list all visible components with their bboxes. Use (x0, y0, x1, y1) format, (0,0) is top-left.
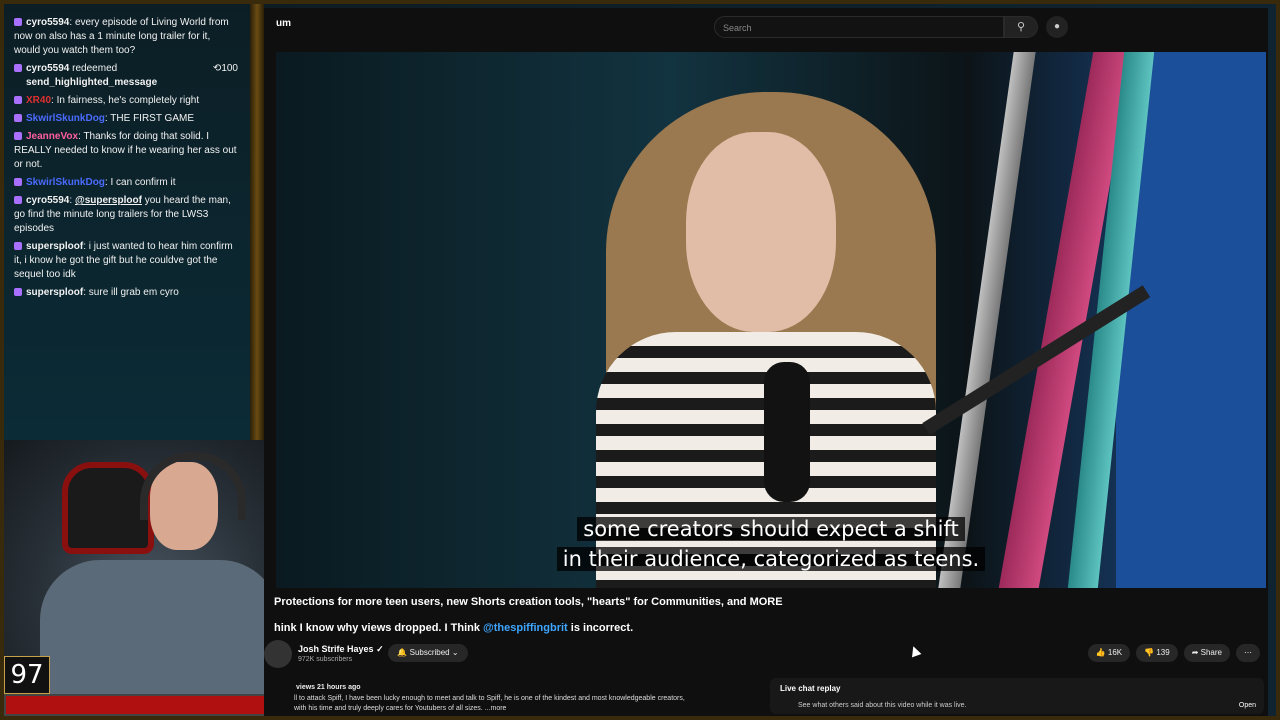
channel-name[interactable]: Josh Strife Hayes ✓ (298, 644, 384, 655)
sub-badge-icon (14, 18, 22, 27)
streamer-body (40, 560, 280, 700)
share-icon: ➦ (1191, 648, 1199, 657)
chat-message: JeanneVox: Thanks for doing that solid. … (14, 131, 237, 170)
sub-badge-icon (14, 196, 22, 205)
chat-username: cyro5594 (26, 17, 70, 28)
chat-message: cyro5594: @supersploof you heard the man… (14, 195, 231, 234)
mention-link[interactable]: @thespiffingbrit (483, 622, 568, 634)
chat-message: SkwirlSkunkDog: I can confirm it (14, 176, 238, 190)
chat-mention: @supersploof (74, 195, 142, 206)
chat-username: SkwirlSkunkDog (26, 113, 105, 124)
video-player[interactable]: some creators should expect a shift in t… (276, 52, 1266, 588)
sub-badge-icon (14, 64, 22, 73)
chat-username: cyro5594 (26, 195, 70, 206)
show-more-link[interactable]: ...more (485, 705, 507, 712)
channel-avatar[interactable] (264, 640, 292, 668)
sub-badge-icon (14, 132, 22, 141)
chat-message: XR40: In fairness, he's completely right (14, 94, 238, 108)
sub-badge-icon (14, 242, 22, 251)
video-description[interactable]: ll to attack Spiff, I have been lucky en… (294, 694, 754, 714)
stream-counter: 97 (4, 656, 50, 694)
like-button[interactable]: 👍 16K (1087, 644, 1131, 662)
sub-badge-icon (14, 96, 22, 105)
search-button[interactable]: ⚲ (1004, 16, 1038, 38)
search-input[interactable]: Search (714, 16, 1004, 38)
microphone-icon: ● (1053, 21, 1061, 32)
sub-badge-icon (14, 114, 22, 123)
chat-message: SkwirlSkunkDog: THE FIRST GAME (14, 112, 238, 126)
live-chat-title: Live chat replay (780, 684, 841, 693)
chat-username: JeanneVox (26, 131, 79, 142)
live-chat-replay: Live chat replay See what others said ab… (770, 678, 1264, 714)
video-captions: some creators should expect a shift in t… (276, 514, 1266, 574)
chat-message: supersploof: sure ill grab em cyro (14, 286, 238, 300)
chat-username: supersploof (26, 241, 84, 252)
chat-text: I can confirm it (110, 177, 176, 188)
chat-text: THE FIRST GAME (110, 113, 195, 124)
youtube-window: um Search ⚲ ● some creators should expec… (264, 8, 1268, 716)
more-options-button[interactable]: ⋯ (1236, 644, 1260, 662)
chat-overlay: cyro5594: every episode of Living World … (14, 16, 238, 304)
chat-text: sure ill grab em cyro (88, 287, 179, 298)
caption-line: some creators should expect a shift (577, 517, 965, 541)
share-button[interactable]: ➦ Share (1183, 644, 1230, 662)
chat-text: redeemed (72, 63, 118, 74)
dislike-button[interactable]: 👎 139 (1136, 644, 1178, 662)
subscribe-button[interactable]: 🔔 Subscribed ⌄ (388, 644, 468, 662)
verified-icon: ✓ (376, 644, 384, 654)
video-description-headline: hink I know why views dropped. I Think @… (274, 622, 634, 634)
chat-text: In fairness, he's completely right (56, 95, 200, 106)
caption-line: in their audience, categorized as teens. (556, 547, 986, 571)
subscriber-count: 972K subscribers (298, 656, 353, 663)
chat-username: cyro5594 (26, 63, 70, 74)
view-count: views 21 hours ago (296, 684, 361, 691)
sub-badge-icon (14, 178, 22, 187)
voice-search-button[interactable]: ● (1046, 16, 1068, 38)
chevron-down-icon: ⌄ (451, 648, 459, 657)
live-chat-description: See what others said about this video wh… (798, 702, 967, 709)
bell-icon: 🔔 (397, 648, 408, 657)
chat-username: XR40 (26, 95, 52, 106)
chat-message: supersploof: i just wanted to hear him c… (14, 241, 233, 280)
video-presenter-face (686, 132, 836, 332)
more-icon: ⋯ (1244, 648, 1252, 657)
redeem-name: send_highlighted_message (26, 77, 158, 88)
chat-username: SkwirlSkunkDog (26, 177, 105, 188)
search-icon: ⚲ (1016, 21, 1026, 33)
microphone-icon (764, 362, 810, 502)
sub-badge-icon (14, 288, 22, 297)
thumbs-up-icon: 👍 (1095, 648, 1106, 657)
thumbs-down-icon: 👎 (1144, 648, 1155, 657)
chat-message: cyro5594: every episode of Living World … (14, 17, 229, 56)
video-actions: 👍 16K 👎 139 ➦ Share ⋯ (1087, 644, 1260, 662)
video-title: Protections for more teen users, new Sho… (274, 596, 783, 608)
open-live-chat-button[interactable]: Open (1239, 702, 1256, 709)
chat-username: supersploof (26, 287, 84, 298)
channel-points: ⟲100 (212, 63, 238, 74)
chat-message: cyro5594 redeemed ⟲100 send_highlighted_… (14, 62, 238, 90)
youtube-logo[interactable]: um (276, 18, 291, 29)
